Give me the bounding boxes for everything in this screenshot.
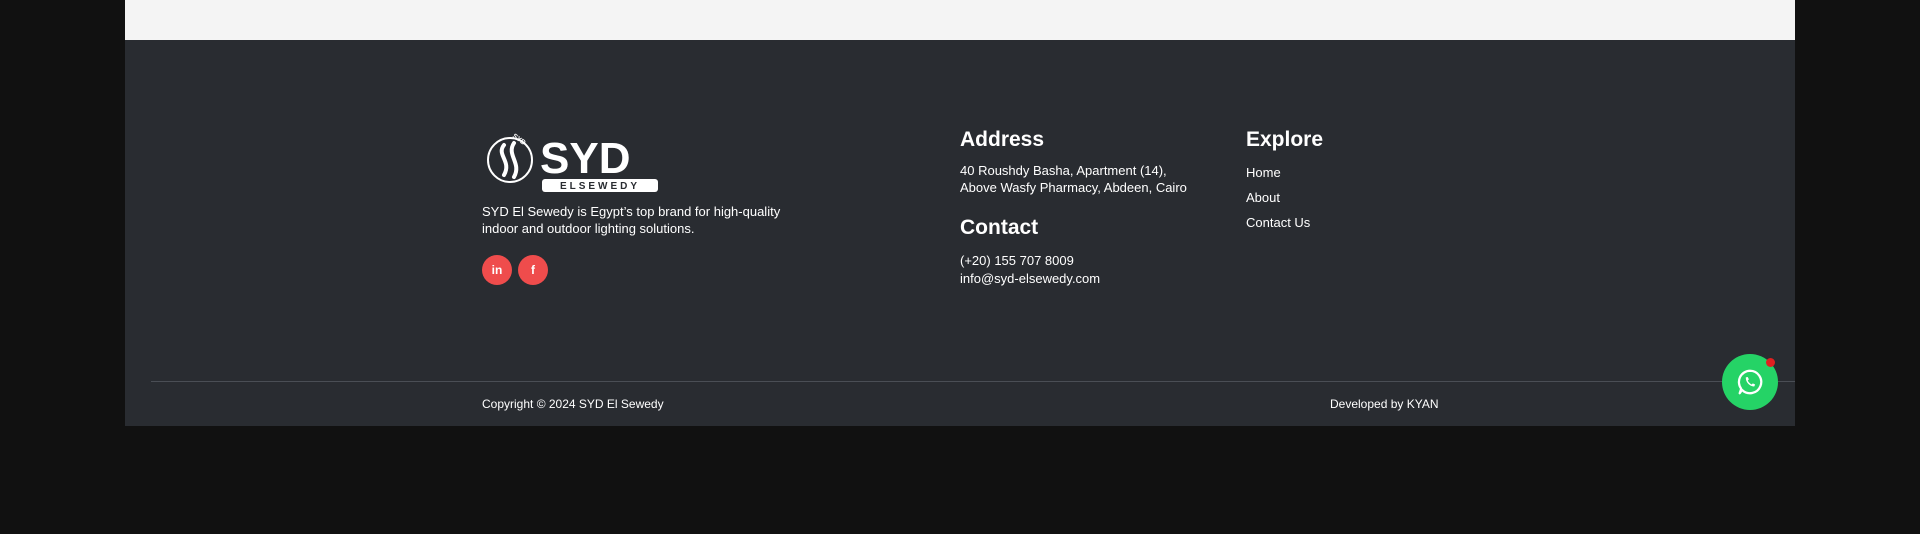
contact-email-link[interactable]: info@syd-elsewedy.com [960, 270, 1220, 288]
content-area-bottom [125, 0, 1795, 40]
contact-heading: Contact [960, 216, 1039, 239]
footer-brand: SYD SYD ELSEWEDY SYD El Sewedy is Egypt’… [482, 125, 782, 285]
svg-text:ELSEWEDY: ELSEWEDY [560, 181, 640, 192]
footer-divider [151, 381, 1795, 382]
linkedin-icon[interactable]: in [482, 255, 512, 285]
explore-heading: Explore [1246, 128, 1324, 151]
brand-tagline: SYD El Sewedy is Egypt’s top brand for h… [482, 204, 781, 236]
footer-address-column: Address 40 Roushdy Basha, Apartment (14)… [960, 128, 1220, 288]
syd-elsewedy-logo[interactable]: SYD SYD ELSEWEDY [482, 125, 662, 195]
address-line-1: 40 Roushdy Basha, Apartment (14), [960, 163, 1167, 178]
copyright-text: Copyright © 2024 SYD El Sewedy [482, 397, 664, 411]
nav-link-home[interactable]: Home [1246, 164, 1446, 181]
whatsapp-chat-button[interactable] [1722, 354, 1778, 410]
address-line-2: Above Wasfy Pharmacy, Abdeen, Cairo [960, 180, 1187, 195]
nav-link-contact-us[interactable]: Contact Us [1246, 214, 1446, 231]
facebook-icon[interactable]: f [518, 255, 548, 285]
developer-credit-link[interactable]: Developed by KYAN [1330, 397, 1439, 411]
social-links: in f [482, 255, 782, 285]
notification-dot [1766, 358, 1775, 367]
address-heading: Address [960, 128, 1045, 151]
nav-link-about[interactable]: About [1246, 189, 1446, 206]
contact-details: (+20) 155 707 8009 info@syd-elsewedy.com [960, 252, 1220, 288]
whatsapp-icon [1737, 369, 1763, 395]
footer-explore-column: Explore Home About Contact Us [1246, 128, 1446, 239]
svg-text:SYD: SYD [540, 134, 630, 183]
page: SYD SYD ELSEWEDY SYD El Sewedy is Egypt’… [125, 0, 1795, 426]
site-footer: SYD SYD ELSEWEDY SYD El Sewedy is Egypt’… [125, 40, 1795, 426]
explore-links: Home About Contact Us [1246, 164, 1446, 231]
contact-phone-link[interactable]: (+20) 155 707 8009 [960, 252, 1220, 270]
address-text: 40 Roushdy Basha, Apartment (14), Above … [960, 162, 1220, 196]
